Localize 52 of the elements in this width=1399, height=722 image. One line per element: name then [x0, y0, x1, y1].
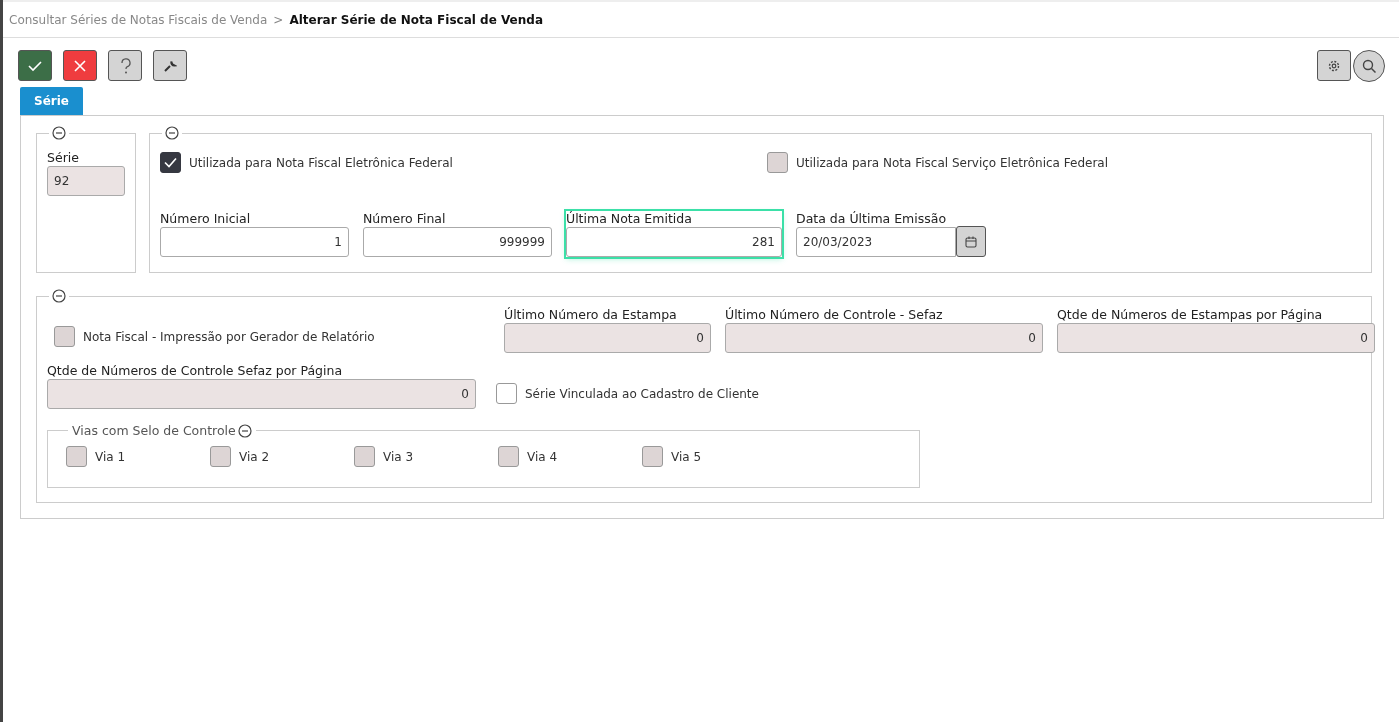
checkbox-label: Via 5 [671, 449, 702, 464]
settings-button[interactable] [1317, 50, 1351, 81]
tools-button[interactable] [153, 50, 187, 81]
collapse-toggle[interactable] [237, 423, 252, 438]
help-button[interactable] [108, 50, 142, 81]
collapse-toggle[interactable] [165, 126, 179, 140]
wrench-icon [163, 58, 177, 73]
input-field[interactable]: 1 [160, 227, 349, 257]
input-field[interactable]: 999999 [363, 227, 552, 257]
close-icon [73, 58, 87, 73]
minus-circle-icon [165, 126, 179, 140]
breadcrumb-separator: > [273, 12, 284, 27]
field-label: Última Nota Emitida [566, 211, 693, 226]
collapse-toggle[interactable] [52, 289, 66, 303]
checkbox[interactable] [496, 383, 517, 404]
checkbox-label: Série Vinculada ao Cadastro de Cliente [525, 386, 759, 401]
field-label: Número Inicial [160, 211, 252, 226]
settings-icon [1327, 58, 1341, 73]
field-label: Qtde de Números de Controle Sefaz por Página [47, 363, 344, 378]
search-button[interactable] [1353, 50, 1385, 82]
input-field[interactable]: 20/03/2023 [796, 227, 956, 257]
input-field[interactable]: 281 [566, 227, 782, 257]
confirm-button[interactable] [18, 50, 52, 81]
checkbox-label: Nota Fiscal - Impressão por Gerador de Relatório [83, 329, 375, 344]
minus-circle-icon [52, 289, 66, 303]
fieldset-legend: Vias com Selo de Controle [72, 423, 236, 438]
calendar-button[interactable] [956, 226, 986, 257]
cancel-button[interactable] [63, 50, 97, 81]
field-label: Série [47, 150, 80, 165]
calendar-icon [965, 235, 977, 248]
search-icon [1362, 59, 1376, 73]
field-label: Qtde de Números de Estampas por Página [1057, 307, 1324, 322]
field-label: Número Final [363, 211, 447, 226]
question-mark-icon [118, 57, 132, 74]
field-label: Último Número da Estampa [504, 307, 678, 322]
checkbox-label: Utilizada para Nota Fiscal Serviço Eletrônica Federal [796, 155, 1108, 170]
breadcrumb-link[interactable]: Consultar Séries de Notas Fiscais de Venda [9, 12, 268, 27]
field-label: Último Número de Controle - Sefaz [725, 307, 944, 322]
check-icon [164, 157, 177, 168]
minus-circle-icon [237, 423, 252, 438]
field-label: Data da Última Emissão [796, 211, 948, 226]
collapse-toggle[interactable] [52, 126, 66, 140]
checkbox-label: Via 4 [527, 449, 558, 464]
checkbox-label: Via 2 [239, 449, 270, 464]
page-title: Alterar Série de Nota Fiscal de Venda [289, 12, 543, 27]
checkbox-label: Via 3 [383, 449, 414, 464]
minus-circle-icon [52, 126, 66, 140]
checkbox[interactable] [160, 152, 181, 173]
checkbox-label: Via 1 [95, 449, 126, 464]
check-icon [27, 58, 43, 73]
checkbox-label: Utilizada para Nota Fiscal Eletrônica Federal [189, 155, 453, 170]
tab[interactable]: Série [20, 87, 83, 115]
